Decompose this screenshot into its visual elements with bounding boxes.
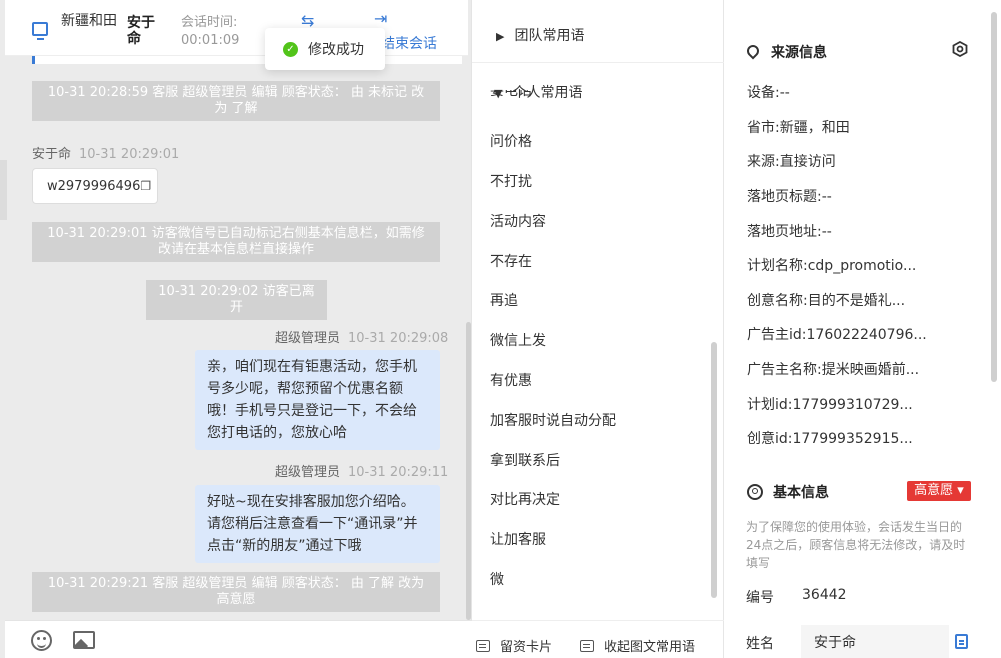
phrase-item[interactable]: 微信上发 [490, 330, 546, 350]
info-row-landing-url: 落地页地址:-- [747, 224, 832, 240]
message-time: 10-31 20:29:11 [348, 465, 449, 480]
info-row-advertiser-name: 广告主名称:提米映画婚前... [747, 362, 920, 378]
phrase-item[interactable]: 微 [490, 569, 504, 589]
image-icon[interactable] [73, 631, 95, 649]
number-value: 36442 [802, 587, 847, 603]
info-row-source: 来源:直接访问 [747, 154, 836, 170]
phrase-item[interactable]: 问价格 [490, 131, 532, 151]
sender-name: 超级管理员 [275, 465, 341, 480]
message-icon [580, 639, 594, 652]
system-message: 10-31 20:28:59 客服 超级管理员 编辑 顾客状态： 由 未标记 改… [32, 81, 440, 121]
info-row-plan-name: 计划名称:cdp_promotio... [747, 258, 917, 274]
phrase-item[interactable]: 再追 [490, 290, 518, 310]
phrase-item[interactable]: 加客服时说自动分配 [490, 410, 616, 430]
phrase-item[interactable]: 拿到联系后 [490, 450, 560, 470]
sender-name: 安于命 [32, 147, 72, 162]
info-row-plan-id: 计划id:177999310729... [747, 397, 913, 413]
chat-scrollbar[interactable] [466, 322, 471, 620]
user-circle-icon [747, 484, 763, 500]
message-icon [476, 639, 490, 652]
intent-level-dropdown[interactable]: 高意愿 ▾ [907, 481, 971, 501]
phrase-item[interactable]: 不打扰 [490, 171, 532, 191]
wechat-id: w2979996496 [47, 179, 141, 194]
success-toast: ✓ 修改成功 [265, 28, 385, 70]
phrases-panel: ▶ 团队常用语 ▼ 个人常用语 要电话 问价格 不打扰 活动内容 不存在 再追 微信… [472, 0, 724, 658]
exit-icon[interactable]: ⇥ [374, 9, 387, 28]
system-message: 10-31 20:29:01 访客微信号已自动标记右侧基本信息栏，如需修改请在基… [32, 222, 440, 262]
phrase-item[interactable]: 让加客服 [490, 529, 546, 549]
system-message: 10-31 20:29:21 客服 超级管理员 编辑 顾客状态： 由 了解 改为… [32, 572, 440, 612]
visitor-info-panel: 来源信息 设备:-- 省市:新疆，和田 来源:直接访问 落地页标题:-- 落地页… [725, 0, 1001, 658]
phrase-item[interactable]: 有优惠 [490, 370, 532, 390]
edit-deadline-note: 为了保障您的使用体验，会话发生当日的24点之后，顾客信息将无法修改，请及时填写 [746, 520, 966, 570]
info-row-province: 省市:新疆，和田 [747, 120, 850, 136]
sender-name: 超级管理员 [275, 331, 341, 346]
collapse-rich-phrases-button[interactable]: 收起图文常用语 [580, 636, 695, 655]
copy-icon[interactable]: ❐ [140, 179, 151, 193]
agent-message-bubble: 亲，咱们现在有钜惠活动，您手机号多少呢，帮您预留个优惠名额哦！手机号只是登记一下… [195, 350, 440, 450]
phrase-item[interactable]: 对比再决定 [490, 489, 560, 509]
visitor-message-meta: 安于命 10-31 20:29:01 [32, 143, 179, 162]
wechat-card[interactable]: w2979996496❐ [32, 168, 158, 204]
document-icon[interactable] [955, 634, 968, 649]
check-circle-icon: ✓ [283, 41, 298, 57]
agent-message-meta: 超级管理员 10-31 20:29:08 [275, 327, 448, 346]
phrase-item-cut[interactable]: 要电话 [490, 90, 540, 98]
agent-message-bubble: 好哒~现在安排客服加您介绍哈。请您稍后注意查看一下“通讯录”并点击“新的朋友”通… [195, 485, 440, 563]
team-phrases-group[interactable]: ▶ 团队常用语 [496, 25, 584, 45]
chat-panel: 新疆和田 安于命 会话时间: 00:01:09 ⇆ ⇥ 结束会话 ✓ 修改成功 … [0, 0, 472, 658]
group-divider [472, 62, 724, 63]
settings-hexagon-icon[interactable] [952, 41, 968, 57]
button-label: 留资卡片 [500, 640, 553, 655]
info-row-creative-id: 创意id:177999352915... [747, 431, 913, 447]
name-label: 姓名 [746, 636, 774, 652]
system-message: 10-31 20:29:02 访客已离开 [146, 280, 327, 320]
basic-info-title: 基本信息 [747, 482, 829, 502]
info-row-advertiser-id: 广告主id:176022240796... [747, 327, 927, 343]
monitor-icon [32, 22, 48, 40]
info-row-creative-name: 创意名称:目的不是婚礼... [747, 293, 906, 309]
end-session-button[interactable]: 结束会话 [381, 33, 437, 53]
location-pin-icon [744, 42, 762, 60]
previous-message-edge [32, 56, 462, 64]
chat-toolbar [5, 620, 472, 658]
agent-message-meta: 超级管理员 10-31 20:29:11 [275, 461, 448, 480]
session-time-label: 会话时间: [181, 15, 238, 30]
visitor-location: 新疆和田 [61, 13, 117, 29]
message-time: 10-31 20:29:01 [79, 147, 180, 162]
chat-edge-strip [0, 160, 7, 220]
chat-header: 新疆和田 安于命 会话时间: 00:01:09 ⇆ ⇥ 结束会话 [5, 0, 468, 56]
session-time-value: 00:01:09 [181, 33, 240, 48]
button-label: 收起图文常用语 [604, 640, 696, 655]
lead-card-button[interactable]: 留资卡片 [476, 636, 552, 655]
number-label: 编号 [746, 590, 774, 606]
emoji-icon[interactable] [31, 630, 52, 651]
info-scrollbar[interactable] [991, 12, 997, 382]
name-field[interactable] [801, 625, 949, 658]
message-time: 10-31 20:29:08 [348, 331, 449, 346]
visitor-name: 安于命 [127, 15, 155, 47]
toast-text: 修改成功 [308, 42, 364, 58]
group-label: 团队常用语 [514, 28, 585, 44]
info-row-device: 设备:-- [747, 85, 790, 101]
collapsed-triangle-icon: ▶ [496, 30, 505, 43]
phrases-scrollbar[interactable] [711, 342, 717, 598]
source-info-title: 来源信息 [744, 42, 827, 62]
info-row-landing-title: 落地页标题:-- [747, 189, 832, 205]
phrases-footer: 留资卡片 收起图文常用语 [472, 620, 724, 658]
phrase-item[interactable]: 活动内容 [490, 211, 546, 231]
phrase-item[interactable]: 不存在 [490, 251, 532, 271]
